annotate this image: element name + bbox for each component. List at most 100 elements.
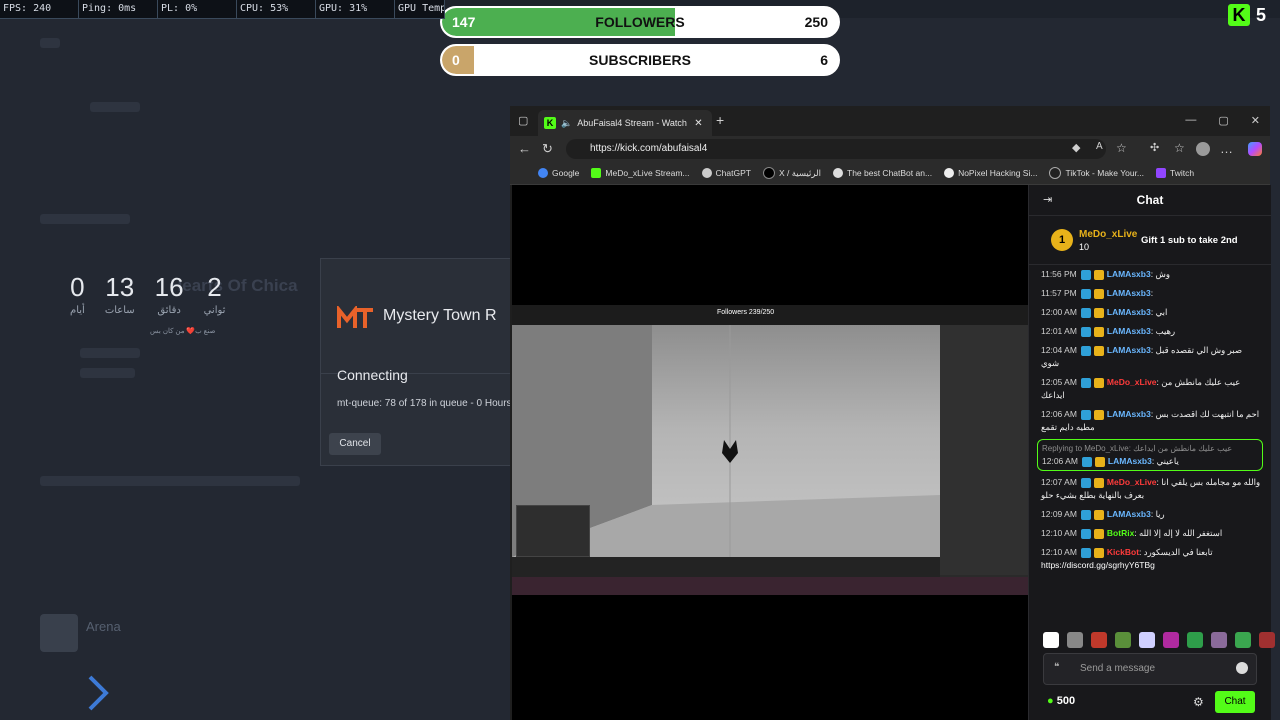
close-window-icon[interactable]: ✕ [1251, 114, 1260, 127]
emote-icon[interactable] [1259, 632, 1275, 648]
stat-gpu-temp: GPU Temp [395, 0, 445, 18]
badge-icon [1080, 307, 1091, 318]
bg-text-line [90, 102, 140, 112]
emote-icon[interactable] [1115, 632, 1131, 648]
dialog-brand: Mystery Town R [383, 307, 497, 324]
maximize-icon[interactable]: ▢ [1218, 114, 1228, 127]
subscribers-goal-bar: 0 SUBSCRIBERS 6 [440, 44, 840, 76]
message-separator: : [1150, 288, 1154, 298]
address-bar[interactable]: https://kick.com/abufaisal4 [566, 139, 1106, 159]
badge-icon [1080, 509, 1091, 520]
extensions-icon[interactable]: ✣ [1150, 141, 1159, 154]
message-username[interactable]: LAMAsxb3 [1107, 269, 1151, 279]
message-username[interactable]: BotRix [1107, 528, 1134, 538]
read-aloud-icon[interactable]: A [1096, 141, 1103, 152]
kick-logo-icon: K [1228, 4, 1250, 26]
followers-overlay-text: Followers 239/250 [717, 309, 775, 316]
bookmark-tiktok[interactable]: TikTok - Make Your... [1049, 167, 1144, 179]
tab-kick-stream[interactable]: K 🔈 AbuFaisal4 Stream - Watch Live ✕ [538, 110, 712, 136]
emote-icon[interactable] [1067, 632, 1083, 648]
chevron-right-icon[interactable] [84, 673, 114, 713]
chat-message: 12:10 AM BotRix: استغفر الله لا إله إلا ا… [1029, 524, 1271, 543]
bookmark-chatbot[interactable]: The best ChatBot an... [833, 168, 932, 178]
message-username[interactable]: LAMAsxb3 [1107, 307, 1151, 317]
message-time: 12:01 AM [1041, 326, 1077, 336]
emote-icon[interactable] [1139, 632, 1155, 648]
emote-icon[interactable] [1163, 632, 1179, 648]
message-username[interactable]: LAMAsxb3 [1107, 288, 1151, 298]
close-tab-icon[interactable]: ✕ [694, 118, 702, 129]
kick-favicon-icon: K [544, 117, 556, 129]
emote-icon[interactable] [1091, 632, 1107, 648]
message-time: 12:05 AM [1041, 377, 1077, 387]
message-username[interactable]: MeDo_xLive [1107, 377, 1157, 387]
leader-username[interactable]: MeDo_xLive [1079, 229, 1137, 240]
message-time: 12:10 AM [1041, 547, 1077, 557]
message-username[interactable]: LAMAsxb3 [1107, 409, 1151, 419]
send-chat-button[interactable]: Chat [1215, 691, 1255, 713]
chat-settings-icon[interactable]: ⚙ [1193, 695, 1204, 709]
leader-gift-count: 10 [1079, 242, 1090, 252]
chat-message: 11:56 PM LAMAsxb3: وش [1029, 265, 1271, 284]
chat-panel: ⇥ Chat 1 MeDo_xLive 10 Gift 1 sub to tak… [1028, 185, 1275, 720]
bookmark-twitch[interactable]: Twitch [1156, 168, 1194, 178]
message-text: تابعنا في الديسكورد [1143, 547, 1213, 557]
badge-icon [1080, 477, 1091, 488]
badge-icon [1080, 345, 1091, 356]
copilot-icon[interactable] [1248, 142, 1262, 156]
countdown-days: 0 أيام [70, 272, 85, 316]
crown-icon [1094, 456, 1105, 467]
cancel-button[interactable]: Cancel [329, 433, 381, 455]
badge-icon [1080, 528, 1091, 539]
message-time: 11:56 PM [1041, 269, 1077, 279]
reply-context[interactable]: Replying to MeDo_xLive: عيب عليك مانطش م… [1042, 442, 1258, 455]
channel-points[interactable]: ● 500 [1047, 695, 1075, 707]
favorite-icon[interactable]: ☆ [1116, 141, 1127, 155]
back-icon[interactable]: ← [518, 141, 531, 156]
emote-icon[interactable] [1187, 632, 1203, 648]
stream-player[interactable]: Followers 239/250 [512, 185, 1028, 720]
favorites-bar-icon[interactable]: ☆ [1174, 141, 1185, 155]
emote-icon[interactable] [1043, 632, 1059, 648]
crown-icon [1093, 288, 1104, 299]
chat-message: 11:57 PM LAMAsxb3: [1029, 284, 1271, 303]
subscribers-target: 6 [820, 52, 828, 68]
google-icon [538, 168, 548, 178]
message-input[interactable]: ❝ Send a message [1043, 653, 1257, 685]
bookmark-nopixel[interactable]: NoPixel Hacking Si... [944, 168, 1037, 178]
bookmark-x[interactable]: X / الرئيسية [762, 167, 821, 179]
stat-gpu: GPU: 31% [316, 0, 395, 18]
message-time: 12:06 AM [1042, 456, 1078, 466]
message-text: ريا [1155, 509, 1165, 519]
bookmark-google[interactable]: Google [538, 168, 579, 178]
bookmark-medo[interactable]: MeDo_xLive Stream... [591, 168, 690, 178]
bg-text-line [40, 476, 300, 486]
message-link[interactable]: https://discord.gg/sgrhyY6TBg [1041, 559, 1261, 572]
message-username[interactable]: LAMAsxb3 [1107, 345, 1151, 355]
emote-icon[interactable] [1235, 632, 1251, 648]
bg-card-thumb [40, 614, 78, 652]
message-placeholder: Send a message [1080, 663, 1156, 674]
emote-icon[interactable] [1211, 632, 1227, 648]
message-username[interactable]: KickBot [1107, 547, 1139, 557]
followers-target: 250 [804, 14, 828, 30]
message-username[interactable]: LAMAsxb3 [1107, 326, 1151, 336]
message-username[interactable]: LAMAsxb3 [1108, 456, 1152, 466]
new-tab-icon[interactable]: + [716, 112, 724, 128]
chat-message: 12:01 AM LAMAsxb3: رهيب [1029, 322, 1271, 341]
message-time: 11:57 PM [1041, 288, 1077, 298]
emoji-icon[interactable] [1236, 662, 1248, 674]
more-icon[interactable]: … [1220, 141, 1233, 156]
chat-footer: ● 500 ⚙ Chat [1029, 689, 1271, 717]
gift-sub-prompt[interactable]: Gift 1 sub to take 2nd [1141, 235, 1238, 246]
tab-actions-icon[interactable]: ▢ [518, 114, 528, 127]
message-username[interactable]: LAMAsxb3 [1107, 509, 1151, 519]
speaker-icon[interactable]: 🔈 [561, 118, 572, 129]
bookmark-chatgpt[interactable]: ChatGPT [701, 168, 751, 178]
message-username[interactable]: MeDo_xLive [1107, 477, 1157, 487]
minimize-icon[interactable]: — [1185, 114, 1196, 127]
crown-icon [1093, 269, 1104, 280]
profile-avatar[interactable] [1196, 142, 1210, 156]
tag-icon[interactable]: ◆ [1072, 141, 1080, 154]
refresh-icon[interactable]: ↻ [542, 141, 553, 157]
